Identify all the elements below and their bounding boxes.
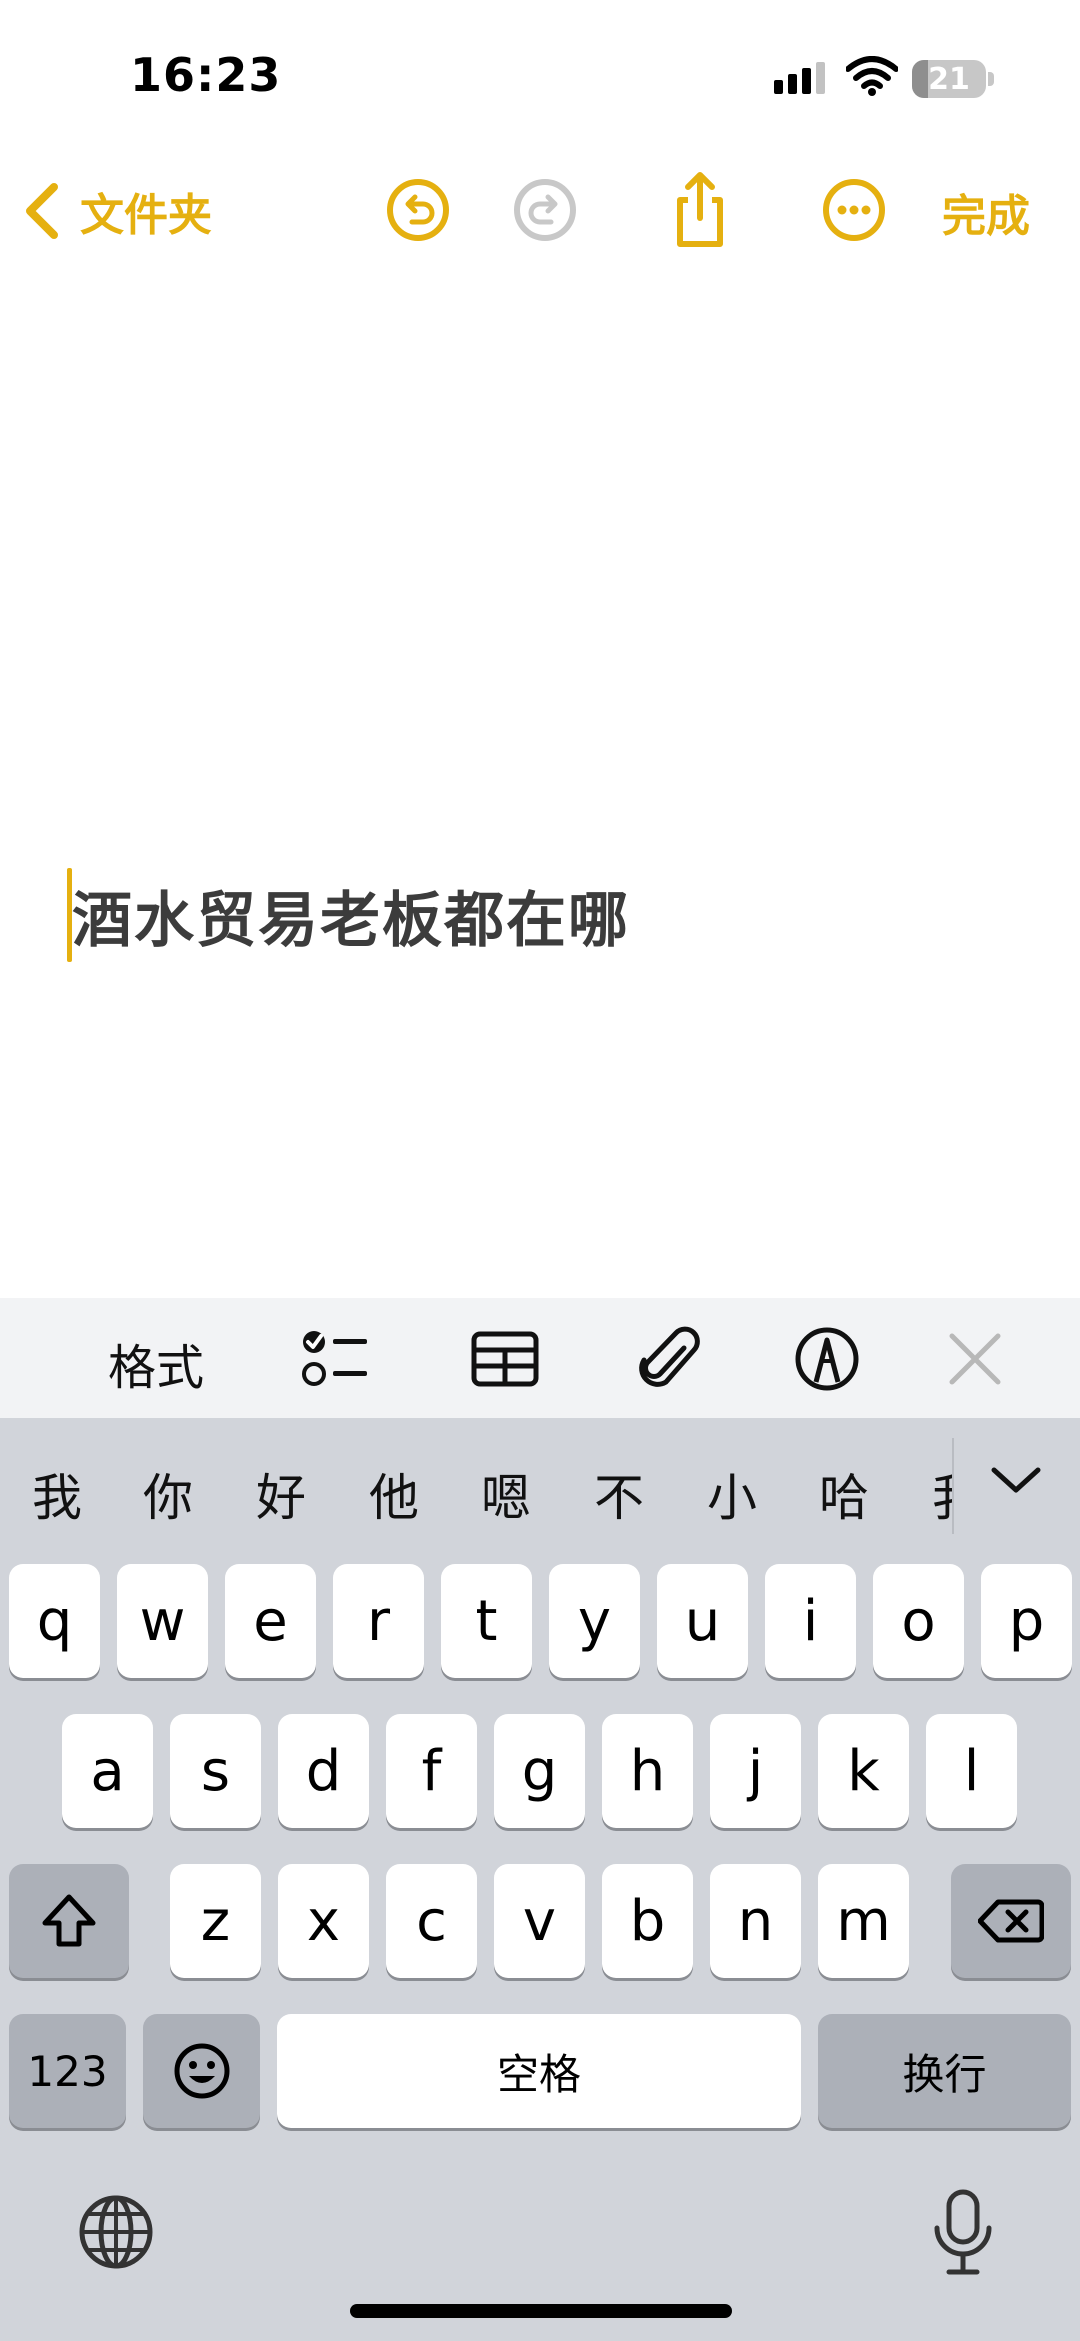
wifi-icon xyxy=(846,56,898,96)
share-icon[interactable] xyxy=(660,170,740,250)
key-l[interactable]: l xyxy=(926,1714,1017,1828)
key-n[interactable]: n xyxy=(710,1864,801,1978)
candidate-bar: 我 你 好 他 嗯 不 小 哈 我 xyxy=(0,1418,1080,1558)
note-body[interactable]: 酒水贸易老板都在哪 xyxy=(0,270,1080,1300)
key-u[interactable]: u xyxy=(657,1564,748,1678)
checklist-icon[interactable] xyxy=(300,1324,370,1394)
key-q[interactable]: q xyxy=(9,1564,100,1678)
key-x[interactable]: x xyxy=(278,1864,369,1978)
candidate-word[interactable]: 好 xyxy=(256,1458,306,1530)
emoji-icon xyxy=(174,2043,229,2099)
key-s[interactable]: s xyxy=(170,1714,261,1828)
key-g[interactable]: g xyxy=(494,1714,585,1828)
candidate-word[interactable]: 不 xyxy=(594,1458,644,1530)
key-h[interactable]: h xyxy=(602,1714,693,1828)
chevron-left-icon xyxy=(26,183,58,239)
candidate-word[interactable]: 我 xyxy=(932,1458,952,1530)
globe-icon[interactable] xyxy=(76,2192,156,2272)
close-icon[interactable] xyxy=(940,1324,1010,1394)
note-text[interactable]: 酒水贸易老板都在哪 xyxy=(72,872,630,959)
undo-icon[interactable] xyxy=(378,170,458,250)
shift-key[interactable] xyxy=(9,1864,129,1978)
format-button[interactable]: 格式 xyxy=(108,1328,204,1398)
table-icon[interactable] xyxy=(470,1324,540,1394)
key-y[interactable]: y xyxy=(549,1564,640,1678)
status-bar: 16:23 21 xyxy=(0,0,1080,150)
space-key[interactable]: 空格 xyxy=(277,2014,801,2128)
attachment-icon[interactable] xyxy=(634,1324,704,1394)
candidate-divider xyxy=(952,1438,954,1534)
key-f[interactable]: f xyxy=(386,1714,477,1828)
key-p[interactable]: p xyxy=(981,1564,1072,1678)
backspace-key[interactable] xyxy=(951,1864,1071,1978)
back-button-label: 文件夹 xyxy=(80,190,212,241)
key-b[interactable]: b xyxy=(602,1864,693,1978)
key-r[interactable]: r xyxy=(333,1564,424,1678)
candidate-word[interactable]: 小 xyxy=(707,1458,757,1530)
chevron-down-icon[interactable] xyxy=(988,1460,1044,1500)
key-c[interactable]: c xyxy=(386,1864,477,1978)
key-a[interactable]: a xyxy=(62,1714,153,1828)
key-v[interactable]: v xyxy=(494,1864,585,1978)
candidate-word[interactable]: 我 xyxy=(32,1458,82,1530)
key-m[interactable]: m xyxy=(818,1864,909,1978)
key-e[interactable]: e xyxy=(225,1564,316,1678)
backspace-icon xyxy=(978,1899,1044,1943)
done-button[interactable]: 完成 xyxy=(942,180,1030,244)
candidate-word[interactable]: 哈 xyxy=(819,1458,869,1530)
key-k[interactable]: k xyxy=(818,1714,909,1828)
key-t[interactable]: t xyxy=(441,1564,532,1678)
candidate-word[interactable]: 你 xyxy=(143,1458,193,1530)
battery-indicator: 21 xyxy=(912,60,986,98)
candidate-word[interactable]: 他 xyxy=(369,1458,419,1530)
emoji-key[interactable] xyxy=(143,2014,260,2128)
status-time: 16:23 xyxy=(130,48,282,102)
home-indicator[interactable] xyxy=(350,2304,732,2318)
battery-level: 21 xyxy=(928,62,970,97)
battery-cap xyxy=(988,72,994,86)
keyboard: 我 你 好 他 嗯 不 小 哈 我 q w e r t y u i o p a … xyxy=(0,1418,1080,2341)
redo-icon[interactable] xyxy=(505,170,585,250)
key-j[interactable]: j xyxy=(710,1714,801,1828)
more-icon[interactable] xyxy=(814,170,894,250)
numbers-key[interactable]: 123 xyxy=(9,2014,126,2128)
shift-icon xyxy=(42,1894,96,1947)
microphone-icon[interactable] xyxy=(928,2188,998,2278)
key-o[interactable]: o xyxy=(873,1564,964,1678)
return-key[interactable]: 换行 xyxy=(818,2014,1071,2128)
cellular-signal-icon xyxy=(774,62,825,94)
format-toolbar: 格式 xyxy=(0,1298,1080,1418)
key-w[interactable]: w xyxy=(117,1564,208,1678)
key-i[interactable]: i xyxy=(765,1564,856,1678)
back-button[interactable]: 文件夹 xyxy=(22,176,212,246)
candidate-word[interactable]: 嗯 xyxy=(481,1458,531,1530)
markup-icon[interactable] xyxy=(792,1324,862,1394)
key-z[interactable]: z xyxy=(170,1864,261,1978)
key-d[interactable]: d xyxy=(278,1714,369,1828)
navigation-bar: 文件夹 完成 xyxy=(0,150,1080,270)
